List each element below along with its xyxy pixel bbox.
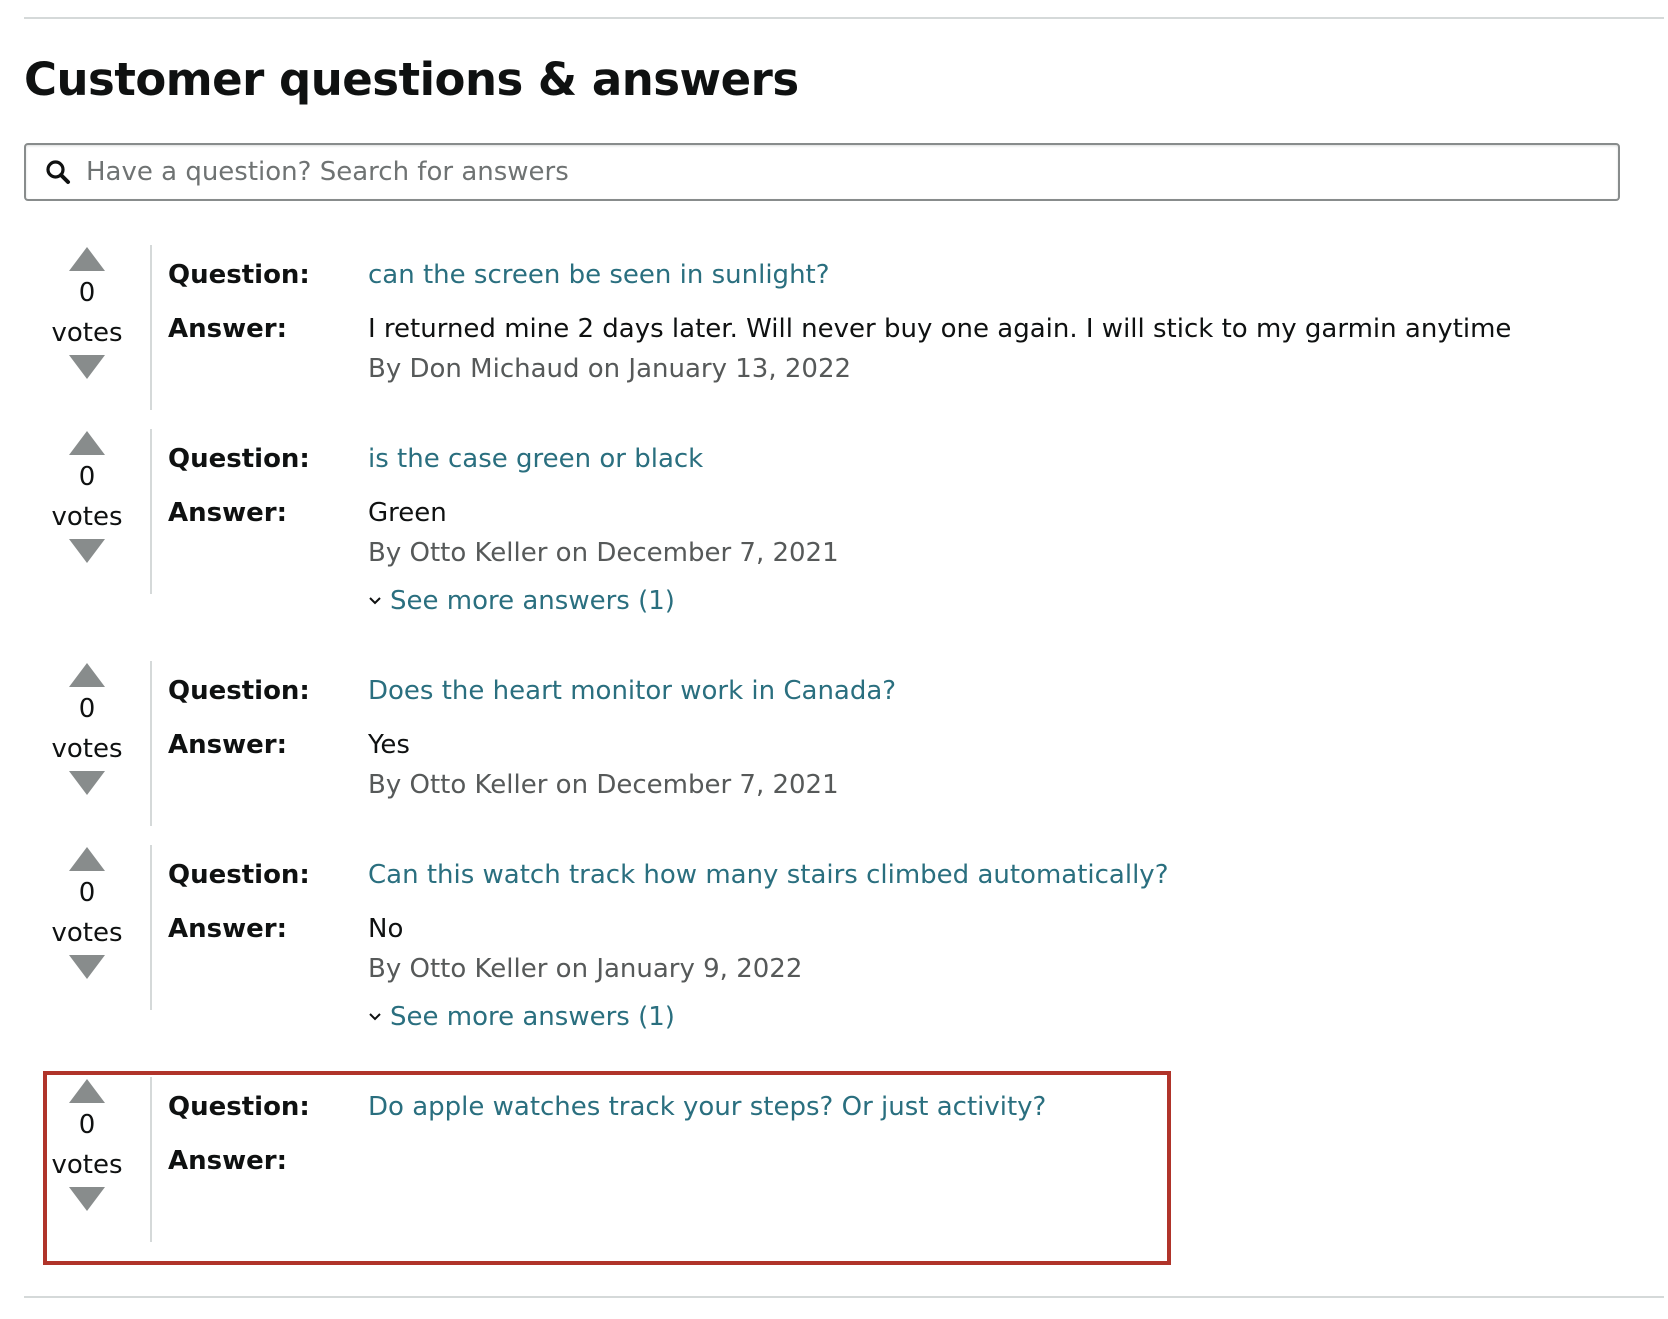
vote-widget: 0 votes [44, 661, 130, 797]
downvote-arrow-icon[interactable] [67, 537, 107, 565]
chevron-down-icon [368, 581, 384, 621]
answer-label: Answer: [168, 914, 287, 944]
downvote-arrow-icon[interactable] [67, 353, 107, 381]
upvote-arrow-icon[interactable] [67, 1077, 107, 1105]
vote-widget: 0 votes [44, 1077, 130, 1213]
search-box[interactable] [24, 143, 1620, 201]
answer-text: Green [368, 498, 447, 528]
qa-body: Question: Do apple watches track your st… [168, 1087, 1604, 1181]
question-link[interactable]: Can this watch track how many stairs cli… [368, 855, 1169, 895]
question-label: Question: [168, 260, 310, 290]
upvote-arrow-icon[interactable] [67, 845, 107, 873]
question-link[interactable]: can the screen be seen in sunlight? [368, 255, 830, 295]
page-title: Customer questions & answers [24, 53, 799, 106]
votes-label: votes [51, 1150, 123, 1180]
qa-item: 0 votes Question: Does the heart monitor… [44, 661, 1604, 826]
qa-divider [150, 245, 152, 410]
votes-label: votes [51, 502, 123, 532]
upvote-arrow-icon[interactable] [67, 245, 107, 273]
qa-divider [150, 1077, 152, 1242]
question-label: Question: [168, 1092, 310, 1122]
answer-byline: By Otto Keller on December 7, 2021 [368, 770, 839, 800]
qa-item: 0 votes Question: can the screen be seen… [44, 245, 1604, 410]
see-more-answers-link[interactable]: See more answers (1) [368, 997, 802, 1037]
qa-item: 0 votes Question: Do apple watches track… [44, 1077, 1604, 1242]
answer-byline: By Otto Keller on January 9, 2022 [368, 954, 803, 984]
votes-label: votes [51, 734, 123, 764]
qa-body: Question: Does the heart monitor work in… [168, 671, 1604, 805]
qa-body: Question: is the case green or black Ans… [168, 439, 1604, 621]
see-more-answers-label: See more answers (1) [390, 586, 675, 616]
vote-widget: 0 votes [44, 245, 130, 381]
downvote-arrow-icon[interactable] [67, 769, 107, 797]
vote-count: 0 [78, 694, 96, 724]
see-more-answers-label: See more answers (1) [390, 1002, 675, 1032]
qa-body: Question: Can this watch track how many … [168, 855, 1604, 1037]
answer-label: Answer: [168, 730, 287, 760]
answer-byline: By Don Michaud on January 13, 2022 [368, 354, 852, 384]
question-label: Question: [168, 860, 310, 890]
votes-label: votes [51, 318, 123, 348]
question-link[interactable]: is the case green or black [368, 439, 703, 479]
qa-divider [150, 429, 152, 594]
qa-divider [150, 845, 152, 1010]
answer-label: Answer: [168, 1146, 287, 1176]
qa-divider [150, 661, 152, 826]
vote-count: 0 [78, 1110, 96, 1140]
vote-widget: 0 votes [44, 429, 130, 565]
answer-text: I returned mine 2 days later. Will never… [368, 314, 1512, 344]
answer-label: Answer: [168, 498, 287, 528]
qa-item: 0 votes Question: is the case green or b… [44, 429, 1604, 616]
question-label: Question: [168, 676, 310, 706]
search-input[interactable] [84, 147, 1618, 197]
question-label: Question: [168, 444, 310, 474]
chevron-down-icon [368, 997, 384, 1037]
bottom-divider [24, 1296, 1664, 1298]
downvote-arrow-icon[interactable] [67, 953, 107, 981]
vote-widget: 0 votes [44, 845, 130, 981]
upvote-arrow-icon[interactable] [67, 661, 107, 689]
answer-byline: By Otto Keller on December 7, 2021 [368, 538, 839, 568]
answer-label: Answer: [168, 314, 287, 344]
votes-label: votes [51, 918, 123, 948]
vote-count: 0 [78, 278, 96, 308]
vote-count: 0 [78, 462, 96, 492]
answer-text: Yes [368, 730, 410, 760]
downvote-arrow-icon[interactable] [67, 1185, 107, 1213]
question-link[interactable]: Do apple watches track your steps? Or ju… [368, 1087, 1046, 1127]
qa-body: Question: can the screen be seen in sunl… [168, 255, 1604, 389]
search-icon [42, 156, 74, 188]
qa-item: 0 votes Question: Can this watch track h… [44, 845, 1604, 1032]
vote-count: 0 [78, 878, 96, 908]
upvote-arrow-icon[interactable] [67, 429, 107, 457]
top-divider [24, 17, 1664, 19]
question-link[interactable]: Does the heart monitor work in Canada? [368, 671, 896, 711]
answer-text: No [368, 914, 404, 944]
see-more-answers-link[interactable]: See more answers (1) [368, 581, 839, 621]
